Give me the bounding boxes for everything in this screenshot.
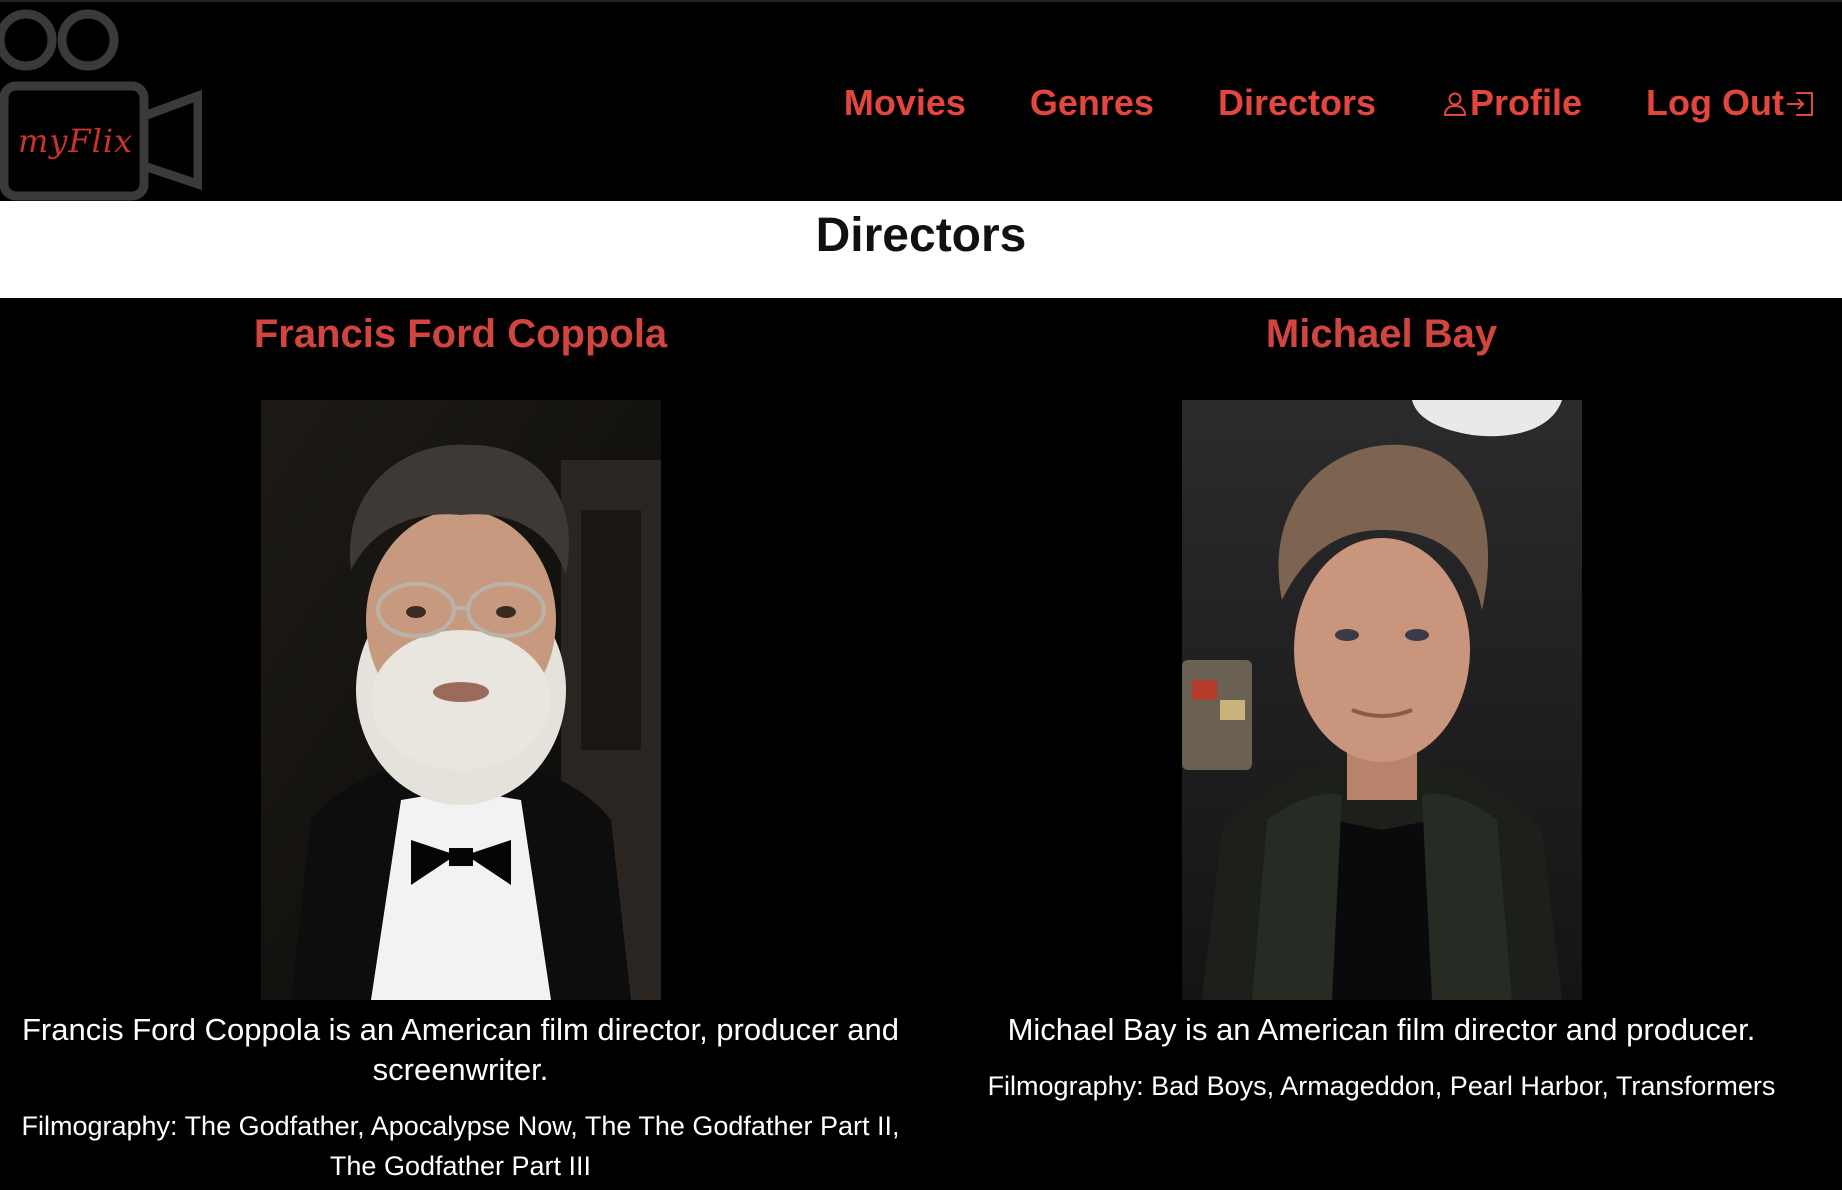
nav-movies-link[interactable]: Movies: [844, 82, 966, 124]
nav-genres-link[interactable]: Genres: [1030, 82, 1154, 124]
director-card[interactable]: Francis Ford Coppola Francis Ford Coppol…: [0, 298, 921, 1186]
nav-movies-label: Movies: [843, 82, 966, 123]
nav-directors-link[interactable]: Directors: [1218, 82, 1376, 124]
nav-profile-link[interactable]: Profile: [1440, 82, 1582, 124]
film-camera-logo-icon: [0, 9, 202, 201]
director-filmography: Filmography: Bad Boys, Armageddon, Pearl…: [987, 1071, 1776, 1101]
page-title-bar: Directors: [0, 201, 1842, 298]
director-description: Michael Bay is an American film director…: [1007, 1012, 1756, 1047]
director-portrait: [1181, 400, 1582, 1000]
nav-logout-label: Log Out: [1646, 82, 1784, 123]
page-title: Directors: [815, 209, 1027, 262]
director-name[interactable]: Michael Bay: [921, 310, 1842, 358]
director-photo-icon: [1181, 400, 1582, 1000]
directors-list: Francis Ford Coppola Francis Ford Coppol…: [0, 298, 1842, 1190]
director-name[interactable]: Francis Ford Coppola: [0, 310, 921, 358]
logout-icon: [1787, 92, 1813, 116]
logo-text: myFlix: [18, 122, 134, 160]
top-navbar: myFlix Movies Genres Directors Profile L…: [0, 0, 1842, 201]
director-filmography: Filmography: The Godfather, Apocalypse N…: [21, 1111, 900, 1181]
director-photo-icon: [260, 400, 661, 1000]
director-description: Francis Ford Coppola is an American film…: [21, 1012, 899, 1087]
nav-logout-link[interactable]: Log Out: [1646, 82, 1816, 124]
director-portrait: [260, 400, 661, 1000]
nav-genres-label: Genres: [1029, 82, 1154, 123]
brand-logo[interactable]: myFlix: [0, 4, 202, 202]
person-icon: [1444, 92, 1467, 116]
director-card[interactable]: Michael Bay Michael Bay is an American f…: [921, 298, 1842, 1106]
main-nav: Movies Genres Directors Profile Log Out: [780, 82, 1816, 124]
nav-profile-label: Profile: [1470, 82, 1583, 123]
nav-directors-label: Directors: [1217, 82, 1377, 123]
